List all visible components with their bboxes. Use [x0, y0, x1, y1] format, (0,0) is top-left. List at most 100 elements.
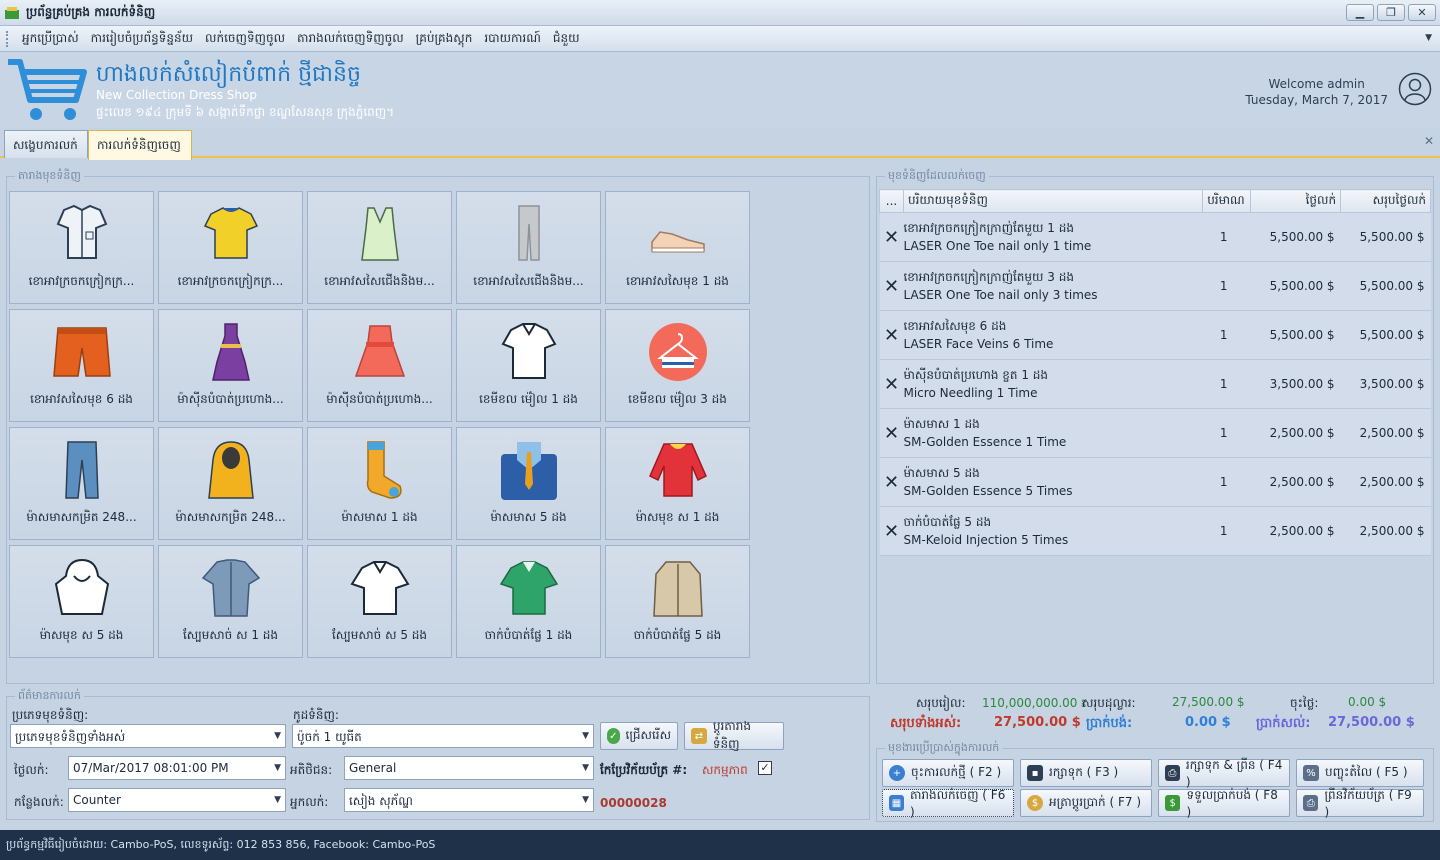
- category-select[interactable]: ប្រភេទមុខទំនិញទាំងអស់ ▼: [10, 724, 286, 748]
- order-item-total: 5,500.00 $: [1340, 310, 1431, 360]
- product-tile[interactable]: ម៉ាសមុខ ស 5 ដង: [9, 545, 154, 658]
- seller-select[interactable]: សៀង សុភ័ណ្ឌ ▼: [344, 788, 594, 812]
- product-tile[interactable]: ម៉ាសមុខ ស 1 ដង: [605, 427, 750, 540]
- dropdown-arrow-icon: ▼: [582, 731, 589, 741]
- save-button[interactable]: ▪ រក្សាទុក ( F3 ): [1020, 759, 1152, 787]
- product-tile[interactable]: ខេមីខល ម៉ៀល 3 ដង: [605, 309, 750, 422]
- menu-reports[interactable]: របាយការណ៍: [478, 30, 547, 48]
- close-tab-icon[interactable]: ✕: [1424, 134, 1434, 148]
- close-button[interactable]: ✕: [1408, 4, 1436, 21]
- sale-table-button[interactable]: ▦ តារាងលក់ចេញ ( F6 ): [882, 788, 1014, 819]
- cardigan-icon: [652, 561, 703, 617]
- exchange-rate-button[interactable]: $ អត្រាប្តូរប្រាក់ ( F7 ): [1020, 789, 1152, 817]
- order-description: ម៉ាស៊ីនបំបាត់ប្រហោង ខ្ចត 1 ដង Micro Needl…: [903, 359, 1203, 409]
- product-tile[interactable]: ម៉ាស៊ីនបំបាត់ប្រហោង...: [307, 309, 452, 422]
- new-sale-button[interactable]: + ចុះការលក់ថ្មី ( F2 ): [882, 759, 1014, 787]
- product-tile[interactable]: ម៉ាសមាស 1 ដង: [307, 427, 452, 540]
- order-description: ខោអាវក្រចកក្រៀកក្រាញ់តែមួយ 3 ដង LASER One…: [903, 261, 1203, 311]
- product-tile[interactable]: ខេមីខល ម៉ៀល 1 ដង: [456, 309, 601, 422]
- menu-help[interactable]: ជំនួយ: [547, 30, 586, 48]
- menu-bar: អ្នកប្រើប្រាស់ ការរៀបចំប្រព័ន្ធទិន្នន័យ …: [0, 26, 1440, 52]
- order-row[interactable]: ✕ ម៉ាស៊ីនបំបាត់ប្រហោង ខ្ចត 1 ដង Micro Need…: [879, 359, 1431, 409]
- col-more[interactable]: ...: [879, 189, 904, 213]
- order-item-qty: 1: [1202, 408, 1251, 458]
- product-tile[interactable]: ខោអាវក្រចកក្រៀកក្រ...: [9, 191, 154, 304]
- receive-label: ទទួលប្រាក់បង់ ( F8 ): [1186, 788, 1278, 819]
- total-riel-label: សរុបរៀល:: [916, 696, 966, 710]
- remove-item-icon[interactable]: ✕: [879, 457, 904, 507]
- product-tile[interactable]: ម៉ាស៊ីនបំបាត់ប្រហោង...: [158, 309, 303, 422]
- product-tile[interactable]: ខោអាវក្រចកក្រៀកក្រ...: [158, 191, 303, 304]
- menu-grip-icon: [6, 30, 10, 47]
- product-tile[interactable]: ខោអាវសសៃជើងនិងម...: [456, 191, 601, 304]
- sale-info-legend: ព័ត៌មានការលក់: [15, 689, 84, 705]
- percent-icon: %: [1303, 765, 1319, 781]
- user-avatar-icon[interactable]: [1398, 72, 1432, 106]
- menu-stock[interactable]: គ្រប់គ្រងស្តុក: [410, 30, 479, 48]
- product-tile-label: ខេមីខល ម៉ៀល 3 ដង: [628, 392, 727, 406]
- save-print-button[interactable]: ⎙ រក្សាទុក & ព្រីន ( F4 ): [1158, 758, 1290, 789]
- remove-item-icon[interactable]: ✕: [879, 212, 904, 262]
- order-panel: មុខទំនិញដែលលក់ចេញ ... បរិយាយមុខទំនិញ បរិ…: [876, 169, 1434, 684]
- dropdown-arrow-icon: ▼: [274, 763, 281, 773]
- discount-button[interactable]: % បញ្ចុះតំលៃ ( F5 ): [1296, 759, 1424, 787]
- status-checkbox[interactable]: ✓: [758, 761, 772, 775]
- col-price[interactable]: ថ្លៃលក់: [1250, 189, 1342, 213]
- order-item-name: ម៉ាស៊ីនបំបាត់ប្រហោង ខ្ចត 1 ដង: [903, 368, 1049, 382]
- print-invoice-label: ព្រីនវិក័យប័ត្រ ( F9 ): [1324, 788, 1412, 819]
- menu-buy-sell[interactable]: លក់ចេញទិញចូល: [199, 30, 291, 48]
- remove-item-icon[interactable]: ✕: [879, 310, 904, 360]
- col-description[interactable]: បរិយាយមុខទំនិញ: [902, 189, 1204, 213]
- check-icon: ✓: [607, 728, 620, 744]
- col-total[interactable]: សរុបថ្លៃលក់: [1340, 189, 1431, 213]
- shirt-checked-icon: [56, 204, 107, 259]
- restore-button[interactable]: ❐: [1377, 4, 1405, 21]
- sale-date-picker[interactable]: 07/Mar/2017 08:01:00 PM ▼: [68, 756, 286, 780]
- order-row[interactable]: ✕ ម៉ាសមាស 5 ដង SM-Golden Essence 5 Times 1 2…: [879, 457, 1431, 507]
- order-row[interactable]: ✕ ម៉ាសមាស 1 ដង SM-Golden Essence 1 Time 1 2,…: [879, 408, 1431, 458]
- tab-sales-out[interactable]: ការលក់ទំនិញចេញ: [88, 130, 192, 160]
- total-riel-value: 110,000,000.00 ៛: [982, 696, 1086, 710]
- order-item-price: 2,500.00 $: [1250, 408, 1341, 458]
- product-tile[interactable]: ខោអាវសសៃមុខ 6 ដង: [9, 309, 154, 422]
- product-tile[interactable]: ម៉ាសមាសកម្រិត 248...: [158, 427, 303, 540]
- tab-sales-summary[interactable]: សង្ខេបការលក់: [4, 130, 88, 158]
- order-row[interactable]: ✕ ខោអាវក្រចកក្រៀកក្រាញ់តែមួយ 1 ដង LASER On…: [879, 212, 1431, 262]
- invoice-edit-label: កែប្រែវិក័យប័ត្រ #:: [600, 763, 688, 777]
- order-row[interactable]: ✕ ខោអាវសសៃមុខ 6 ដង LASER Face Veins 6 Time…: [879, 310, 1431, 360]
- printer-icon: ⎙: [1303, 795, 1319, 811]
- remove-item-icon[interactable]: ✕: [879, 261, 904, 311]
- product-tile[interactable]: ម៉ាសមាសកម្រិត 248...: [9, 427, 154, 540]
- product-tile[interactable]: ខោអាវសសៃមុខ 1 ដង: [605, 191, 750, 304]
- receive-payment-button[interactable]: $ ទទួលប្រាក់បង់ ( F8 ): [1158, 788, 1290, 819]
- product-tile-label: ខោអាវក្រចកក្រៀកក្រ...: [177, 274, 284, 288]
- menu-buy-sell-table[interactable]: តារាងលក់ចេញទិញចូល: [291, 30, 410, 48]
- product-tile[interactable]: ចាក់បំបាត់ផ្លែ 1 ដង: [456, 545, 601, 658]
- product-tile[interactable]: ចាក់បំបាត់ផ្លែ 5 ដង: [605, 545, 750, 658]
- product-tile[interactable]: ស្បែមសាច់ ស 5 ដង: [307, 545, 452, 658]
- minimize-button[interactable]: ▁: [1346, 4, 1374, 21]
- col-quantity[interactable]: បរិមាណ: [1202, 189, 1252, 213]
- menu-users[interactable]: អ្នកប្រើប្រាស់: [16, 30, 85, 48]
- order-row[interactable]: ✕ ខោអាវក្រចកក្រៀកក្រាញ់តែមួយ 3 ដង LASER On…: [879, 261, 1431, 311]
- order-item-price: 2,500.00 $: [1250, 506, 1341, 556]
- change-table-button[interactable]: ⇄ ប្តូរតារាងទំនិញ: [684, 719, 784, 751]
- customer-select[interactable]: General ▼: [344, 756, 594, 780]
- sale-place-select[interactable]: Counter ▼: [68, 788, 286, 812]
- hoodie-icon: [54, 558, 109, 615]
- product-tile[interactable]: ខោអាវសសៃជើងនិងម...: [307, 191, 452, 304]
- product-tile[interactable]: ស្បែមសាច់ ស 1 ដង: [158, 545, 303, 658]
- remove-item-icon[interactable]: ✕: [879, 408, 904, 458]
- save-icon: ▪: [1027, 765, 1043, 781]
- menu-setup[interactable]: ការរៀបចំប្រព័ន្ធទិន្នន័យ: [85, 30, 199, 48]
- product-tile[interactable]: ម៉ាសមាស 5 ដង: [456, 427, 601, 540]
- remove-item-icon[interactable]: ✕: [879, 359, 904, 409]
- order-row[interactable]: ✕ ចាក់បំបាត់ផ្លែ 5 ដង SM-Keloid Injection …: [879, 506, 1431, 556]
- select-button[interactable]: ✓ ជ្រើសរើស: [600, 722, 678, 750]
- remove-item-icon[interactable]: ✕: [879, 506, 904, 556]
- discount-label: ចុះថ្លៃ:: [1290, 696, 1319, 710]
- print-invoice-button[interactable]: ⎙ ព្រីនវិក័យប័ត្រ ( F9 ): [1296, 788, 1424, 819]
- code-select[interactable]: ប៉ូចក់ 1 យូធីត ▼: [292, 724, 594, 748]
- menu-overflow-icon[interactable]: ▼: [1425, 33, 1432, 43]
- sneaker-icon: [650, 231, 705, 253]
